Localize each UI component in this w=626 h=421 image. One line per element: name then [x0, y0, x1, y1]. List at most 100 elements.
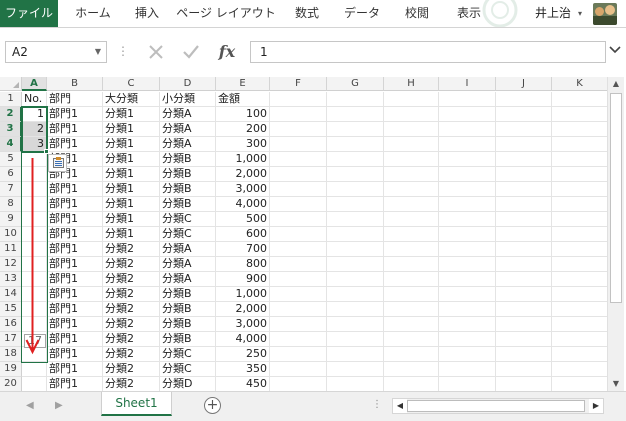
- check-icon[interactable]: [177, 40, 205, 64]
- tab-file[interactable]: ファイル: [0, 0, 58, 27]
- cell[interactable]: [439, 122, 496, 137]
- tab-insert[interactable]: 挿入: [128, 0, 166, 27]
- cell[interactable]: 分類2: [103, 362, 160, 377]
- formula-bar-grip-icon[interactable]: ⋮: [117, 44, 129, 58]
- scroll-left-icon[interactable]: ◀: [393, 399, 407, 413]
- row-header[interactable]: 1: [0, 92, 22, 107]
- vertical-scroll-thumb[interactable]: [610, 93, 622, 303]
- column-header-d[interactable]: D: [160, 77, 216, 91]
- spreadsheet-grid[interactable]: A B C D E F G H I J K 1 No. 部門 大分類 小分類 金額 2 1 部門1 分類1 分類A 100 3…: [0, 77, 607, 391]
- cell[interactable]: 部門1: [47, 212, 103, 227]
- cell[interactable]: 分類1: [103, 182, 160, 197]
- row-header[interactable]: 15: [0, 302, 22, 317]
- cell[interactable]: [496, 302, 552, 317]
- cell[interactable]: 分類2: [103, 272, 160, 287]
- row-header[interactable]: 4: [0, 137, 22, 152]
- horizontal-scroll-thumb[interactable]: [407, 400, 585, 412]
- sheet-tab-sheet1[interactable]: Sheet1: [101, 392, 172, 416]
- chevron-left-icon[interactable]: ◀: [26, 400, 34, 411]
- cell[interactable]: [384, 377, 439, 391]
- cell[interactable]: 分類2: [103, 302, 160, 317]
- cell[interactable]: 分類1: [103, 212, 160, 227]
- tab-home[interactable]: ホーム: [68, 0, 118, 27]
- cell[interactable]: 分類A: [160, 137, 216, 152]
- cell[interactable]: 600: [216, 227, 270, 242]
- cell[interactable]: 900: [216, 272, 270, 287]
- cell[interactable]: 3,000: [216, 317, 270, 332]
- cell[interactable]: [384, 137, 439, 152]
- cell[interactable]: 100: [216, 107, 270, 122]
- cell[interactable]: [327, 107, 384, 122]
- cell[interactable]: [439, 272, 496, 287]
- tab-review[interactable]: 校閲: [398, 0, 436, 27]
- cell[interactable]: [552, 227, 607, 242]
- cell[interactable]: [384, 317, 439, 332]
- cell[interactable]: 部門1: [47, 107, 103, 122]
- cell[interactable]: [496, 242, 552, 257]
- cell[interactable]: [496, 212, 552, 227]
- cell[interactable]: [270, 272, 327, 287]
- cell[interactable]: 分類B: [160, 197, 216, 212]
- cell[interactable]: [327, 332, 384, 347]
- cell[interactable]: [439, 242, 496, 257]
- cell[interactable]: [496, 152, 552, 167]
- cell[interactable]: [270, 152, 327, 167]
- cell[interactable]: 大分類: [103, 92, 160, 107]
- cell[interactable]: 分類B: [160, 302, 216, 317]
- cell[interactable]: [22, 212, 47, 227]
- cell[interactable]: [439, 287, 496, 302]
- cell[interactable]: 分類C: [160, 227, 216, 242]
- cell[interactable]: [384, 152, 439, 167]
- cell[interactable]: [327, 137, 384, 152]
- cell[interactable]: [439, 317, 496, 332]
- column-header-b[interactable]: B: [47, 77, 103, 91]
- cell[interactable]: [327, 272, 384, 287]
- cell[interactable]: [384, 287, 439, 302]
- column-header-c[interactable]: C: [103, 77, 160, 91]
- cell[interactable]: 分類A: [160, 257, 216, 272]
- cell[interactable]: 分類A: [160, 272, 216, 287]
- cell[interactable]: [22, 182, 47, 197]
- cell[interactable]: 部門1: [47, 317, 103, 332]
- cell[interactable]: 1: [22, 107, 47, 122]
- chevron-down-icon[interactable]: ▼: [95, 42, 101, 62]
- row-header[interactable]: 13: [0, 272, 22, 287]
- cell[interactable]: [496, 137, 552, 152]
- cell[interactable]: [327, 302, 384, 317]
- row-header[interactable]: 10: [0, 227, 22, 242]
- cell[interactable]: 分類A: [160, 122, 216, 137]
- cell[interactable]: [22, 317, 47, 332]
- cell[interactable]: [384, 212, 439, 227]
- cell[interactable]: 金額: [216, 92, 270, 107]
- cell[interactable]: [439, 302, 496, 317]
- cell[interactable]: [384, 302, 439, 317]
- cell[interactable]: 分類2: [103, 257, 160, 272]
- cell[interactable]: [439, 137, 496, 152]
- cell[interactable]: [384, 332, 439, 347]
- cell[interactable]: [439, 347, 496, 362]
- cell[interactable]: 部門1: [47, 272, 103, 287]
- cell[interactable]: 分類2: [103, 242, 160, 257]
- cell[interactable]: [496, 227, 552, 242]
- cell[interactable]: 分類1: [103, 152, 160, 167]
- cell[interactable]: [327, 167, 384, 182]
- cell[interactable]: 分類1: [103, 122, 160, 137]
- insert-function-button[interactable]: fx: [213, 40, 241, 64]
- cell[interactable]: 部門1: [47, 332, 103, 347]
- cell[interactable]: 部門: [47, 92, 103, 107]
- cell[interactable]: [384, 107, 439, 122]
- scroll-up-icon[interactable]: ▲: [608, 77, 624, 91]
- cell[interactable]: [327, 212, 384, 227]
- cell[interactable]: 部門1: [47, 242, 103, 257]
- cell[interactable]: 500: [216, 212, 270, 227]
- cell[interactable]: [552, 137, 607, 152]
- cell[interactable]: 分類A: [160, 107, 216, 122]
- cell[interactable]: [327, 182, 384, 197]
- cell[interactable]: 2,000: [216, 167, 270, 182]
- cell[interactable]: [22, 152, 47, 167]
- column-header-g[interactable]: G: [327, 77, 384, 91]
- formula-input[interactable]: 1: [250, 41, 606, 63]
- cell[interactable]: [22, 257, 47, 272]
- cell[interactable]: [270, 122, 327, 137]
- cell[interactable]: [552, 242, 607, 257]
